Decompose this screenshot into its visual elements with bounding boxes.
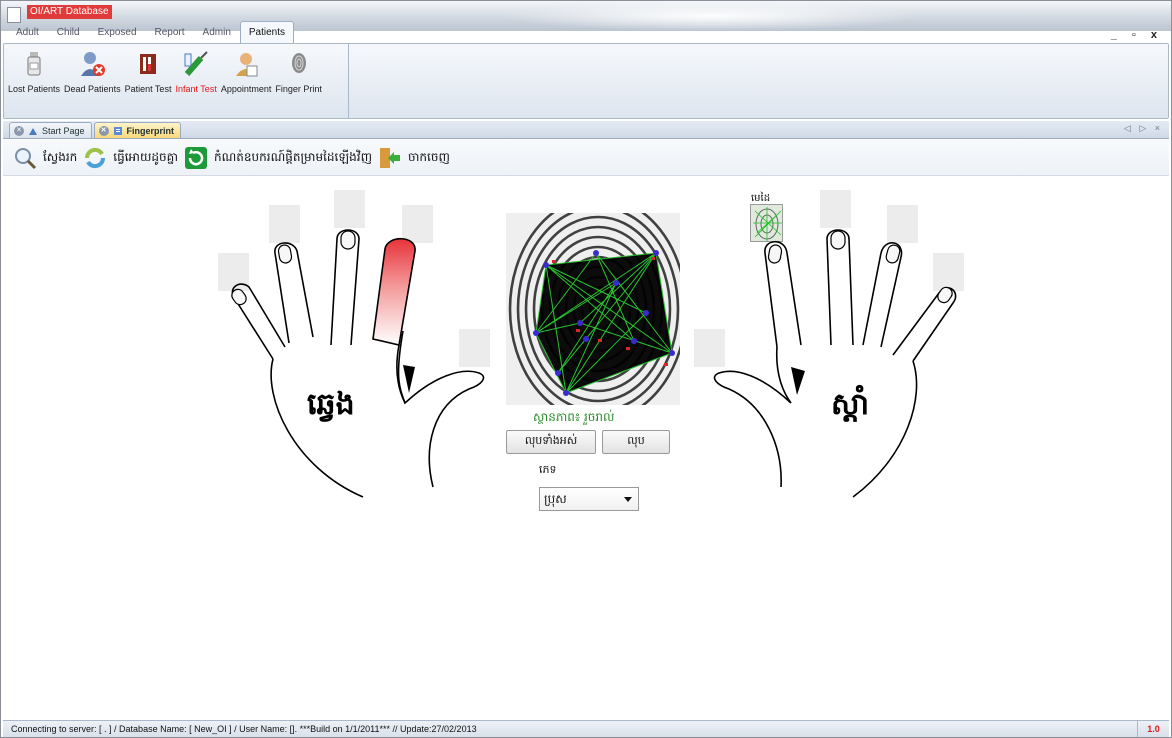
button-label: Patient Test — [124, 84, 172, 94]
ribbon-panel: Lost Patients Dead Patients Patient Test… — [3, 43, 1169, 119]
form-icon — [113, 126, 122, 135]
left-middle-finger-slot[interactable] — [334, 190, 365, 228]
reset-device-button[interactable]: កំណត់ឧបករណ៍ផ្តិតម្រាមដៃឡើងវិញ — [184, 146, 372, 170]
tab-label: Fingerprint — [126, 125, 175, 136]
scanner-status-text: ស្ថានភាព៖ រួចរាល់ — [533, 410, 615, 424]
window-title: OI/ART Database — [27, 5, 112, 19]
update-button[interactable]: ធ្វើអោយដូចគ្នា — [83, 146, 178, 170]
button-label: Appointment — [220, 84, 272, 94]
sex-select[interactable]: ប្រុស — [539, 487, 639, 511]
fingerprint-icon — [286, 50, 312, 78]
tab-label: Start Page — [42, 125, 85, 136]
patient-test-button[interactable]: Patient Test — [123, 44, 174, 94]
test-tube-icon — [135, 50, 161, 78]
appointment-button[interactable]: Appointment — [219, 44, 274, 94]
sex-label: ភេទ — [539, 463, 557, 476]
tab-exposed[interactable]: Exposed — [89, 21, 146, 43]
fingerprint-scan-image — [506, 213, 680, 405]
right-hand-outline — [713, 229, 957, 498]
search-label: ស្វែងរក — [43, 149, 78, 164]
right-hand-label: ស្តាំ — [831, 387, 870, 422]
sex-selected-value: ប្រុស — [544, 492, 567, 506]
finger-print-button[interactable]: Finger Print — [273, 44, 324, 94]
button-label: Dead Patients — [64, 84, 121, 94]
close-icon[interactable]: ✕ — [14, 125, 24, 136]
tab-scroll-arrows[interactable]: ◁ ▷ × — [1124, 123, 1163, 134]
exit-label: ចាកចេញ — [408, 149, 450, 164]
ribbon-tab-bar: Adult Child Exposed Report Admin Patient… — [7, 21, 295, 43]
search-icon — [13, 146, 37, 170]
window-controls[interactable]: _ ▫ x — [1111, 29, 1163, 41]
syringe-icon — [183, 50, 209, 78]
connection-status-text: Connecting to server: [ . ] / Database N… — [11, 724, 477, 734]
right-middle-finger-slot[interactable] — [820, 190, 851, 228]
exit-door-icon — [378, 146, 402, 170]
sync-icon — [83, 146, 107, 170]
tab-report[interactable]: Report — [146, 21, 194, 43]
status-bar: Connecting to server: [ . ] / Database N… — [3, 720, 1169, 737]
tab-adult[interactable]: Adult — [7, 21, 48, 43]
delete-all-button[interactable]: លុបទាំងអស់ — [506, 430, 596, 454]
app-window: OI/ART Database Adult Child Exposed Repo… — [0, 0, 1172, 738]
button-label: Lost Patients — [8, 84, 61, 94]
search-button[interactable]: ស្វែងរក — [13, 146, 77, 170]
close-icon[interactable]: ✕ — [98, 125, 109, 136]
version-badge: 1.0 — [1137, 721, 1169, 737]
home-icon — [29, 127, 37, 135]
update-label: ធ្វើអោយដូចគ្នា — [113, 149, 179, 164]
reset-device-label: កំណត់ឧបករណ៍ផ្តិតម្រាមដៃឡើងវិញ — [214, 149, 372, 164]
tab-patients[interactable]: Patients — [239, 21, 295, 43]
infant-test-button[interactable]: Infant Test — [173, 44, 218, 94]
button-label: Finger Print — [275, 84, 322, 94]
refresh-icon — [184, 146, 208, 170]
dead-patients-button[interactable]: Dead Patients — [62, 44, 123, 94]
chevron-down-icon — [624, 497, 632, 502]
appointment-user-icon — [233, 50, 259, 78]
fingerprint-toolbar: ស្វែងរក ធ្វើអោយដូចគ្នា កំណត់ឧបករណ៍ផ្តិតម… — [3, 140, 1169, 176]
exit-button[interactable]: ចាកចេញ — [378, 146, 450, 170]
tab-fingerprint[interactable]: ✕ Fingerprint — [93, 122, 182, 138]
tab-start-page[interactable]: ✕ Start Page — [9, 122, 92, 138]
user-remove-icon — [79, 50, 106, 78]
document-tab-strip: ✕ Start Page ✕ Fingerprint ◁ ▷ × — [3, 121, 1169, 139]
tab-admin[interactable]: Admin — [194, 21, 240, 43]
left-hand-label: ឆ្វេង — [307, 387, 355, 422]
medicine-bottle-icon — [21, 50, 47, 78]
patients-ribbon-group: Lost Patients Dead Patients Patient Test… — [4, 44, 349, 118]
fingerprint-panel: ឆ្វេង ស្ថានភាព៖ រួចរាល់ លុបទាំងអស់ លុប ភ… — [3, 177, 1169, 719]
lost-patients-button[interactable]: Lost Patients — [6, 44, 62, 94]
tab-child[interactable]: Child — [48, 21, 89, 43]
delete-button[interactable]: លុប — [602, 430, 670, 454]
button-label: Infant Test — [175, 84, 217, 94]
left-hand-outline — [231, 229, 485, 498]
